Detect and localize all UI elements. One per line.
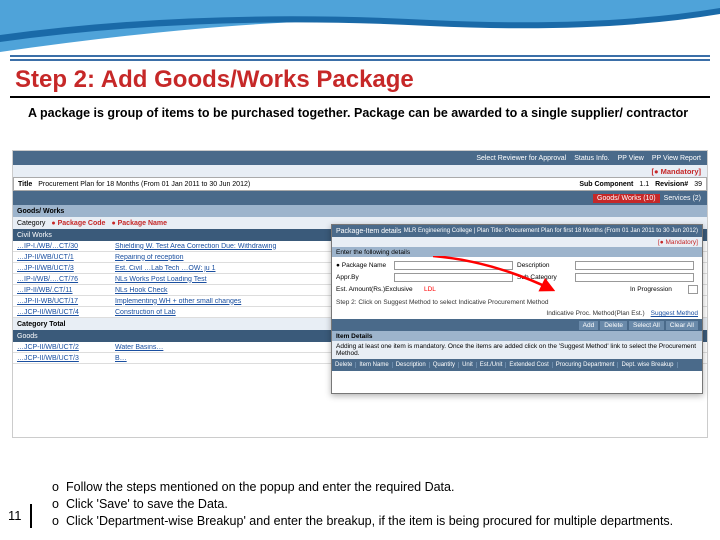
tab-strip: Goods/ Works (10) Services (2): [13, 191, 707, 205]
package-name-input[interactable]: [394, 261, 513, 270]
rule-line: [10, 55, 710, 57]
item-table-body: [332, 371, 702, 393]
approx-by-label: Appr.By: [336, 274, 394, 281]
item-details-header: Item Details: [332, 331, 702, 341]
page-number: 11: [8, 504, 32, 528]
col-package-code: ● Package Code: [51, 220, 105, 227]
est-amt-hint: LDL: [424, 286, 436, 293]
popup-mandatory: [● Mandatory]: [658, 239, 698, 246]
slide-subtitle: A package is group of items to be purcha…: [28, 105, 700, 121]
embedded-screenshot: Select Reviewer for Approval Status Info…: [12, 150, 708, 438]
slide-title: Step 2: Add Goods/Works Package: [15, 66, 414, 94]
item-instructions: Adding at least one item is mandatory. O…: [332, 341, 702, 359]
bullet: o: [52, 496, 66, 513]
suggest-method-link[interactable]: Suggest Method: [651, 310, 698, 317]
subcomponent-label: Sub Component: [579, 181, 633, 188]
popup-step2-note: Step 2: Click on Suggest Method to selec…: [332, 297, 702, 308]
mandatory-legend: [● Mandatory]: [651, 167, 701, 176]
in-progression-label: In Progression: [630, 286, 688, 293]
approx-by-input[interactable]: [394, 273, 513, 282]
indicative-method-label: Indicative Proc. Method(Plan Est.): [546, 310, 644, 317]
popup-title: Package-Item details: [336, 228, 401, 235]
tab-services[interactable]: Services (2): [664, 195, 701, 202]
instruction-list: oFollow the steps mentioned on the popup…: [52, 479, 700, 530]
sub-category-input[interactable]: [575, 273, 694, 282]
description-input[interactable]: [575, 261, 694, 270]
bullet: o: [52, 479, 66, 496]
bullet: o: [52, 513, 66, 530]
instruction-item: Click 'Save' to save the Data.: [66, 496, 228, 513]
popup-context: MLR Engineering College | Plan Title: Pr…: [404, 228, 698, 234]
in-progression-checkbox[interactable]: [688, 285, 698, 294]
title-underline: [10, 96, 710, 98]
description-label: Description: [517, 262, 575, 269]
rule-line: [10, 59, 710, 61]
popup-step1: Enter the following details: [336, 249, 410, 256]
instruction-item: Click 'Department-wise Breakup' and ente…: [66, 513, 673, 530]
subcomponent-value: 1.1: [639, 181, 649, 188]
package-item-popup: Package-Item detailsMLR Engineering Coll…: [331, 224, 703, 394]
pp-view-report-link[interactable]: PP View Report: [652, 155, 701, 162]
title-value: Procurement Plan for 18 Months (From 01 …: [38, 181, 250, 188]
revision-label: Revision#: [655, 181, 688, 188]
popup-buttons: Add Delete Select All Clear All: [332, 319, 702, 331]
col-category: Category: [17, 220, 45, 227]
select-reviewer-link[interactable]: Select Reviewer for Approval: [476, 155, 566, 162]
instruction-item: Follow the steps mentioned on the popup …: [66, 479, 454, 496]
app-toolbar: Select Reviewer for Approval Status Info…: [13, 151, 707, 165]
tab-goods-works[interactable]: Goods/ Works (10): [593, 194, 660, 203]
status-info-link[interactable]: Status Info.: [574, 155, 609, 162]
package-name-label: ● Package Name: [336, 262, 394, 269]
title-label: Title: [18, 181, 32, 188]
revision-value: 39: [694, 181, 702, 188]
delete-button[interactable]: Delete: [600, 321, 627, 330]
goods-works-section: Goods/ Works: [13, 205, 707, 217]
add-button[interactable]: Add: [579, 321, 599, 330]
select-all-button[interactable]: Select All: [629, 321, 664, 330]
pp-view-link[interactable]: PP View: [618, 155, 644, 162]
item-table-header: Delete Item Name Description Quantity Un…: [332, 359, 702, 371]
plan-title-row: Title Procurement Plan for 18 Months (Fr…: [13, 177, 707, 191]
decorative-wave: [0, 0, 720, 55]
clear-all-button[interactable]: Clear All: [666, 321, 698, 330]
col-package-name: ● Package Name: [111, 220, 167, 227]
sub-category-label: Sub Category: [517, 274, 575, 281]
est-amt-label: Est. Amount(Rs.)Exclusive: [336, 286, 424, 293]
